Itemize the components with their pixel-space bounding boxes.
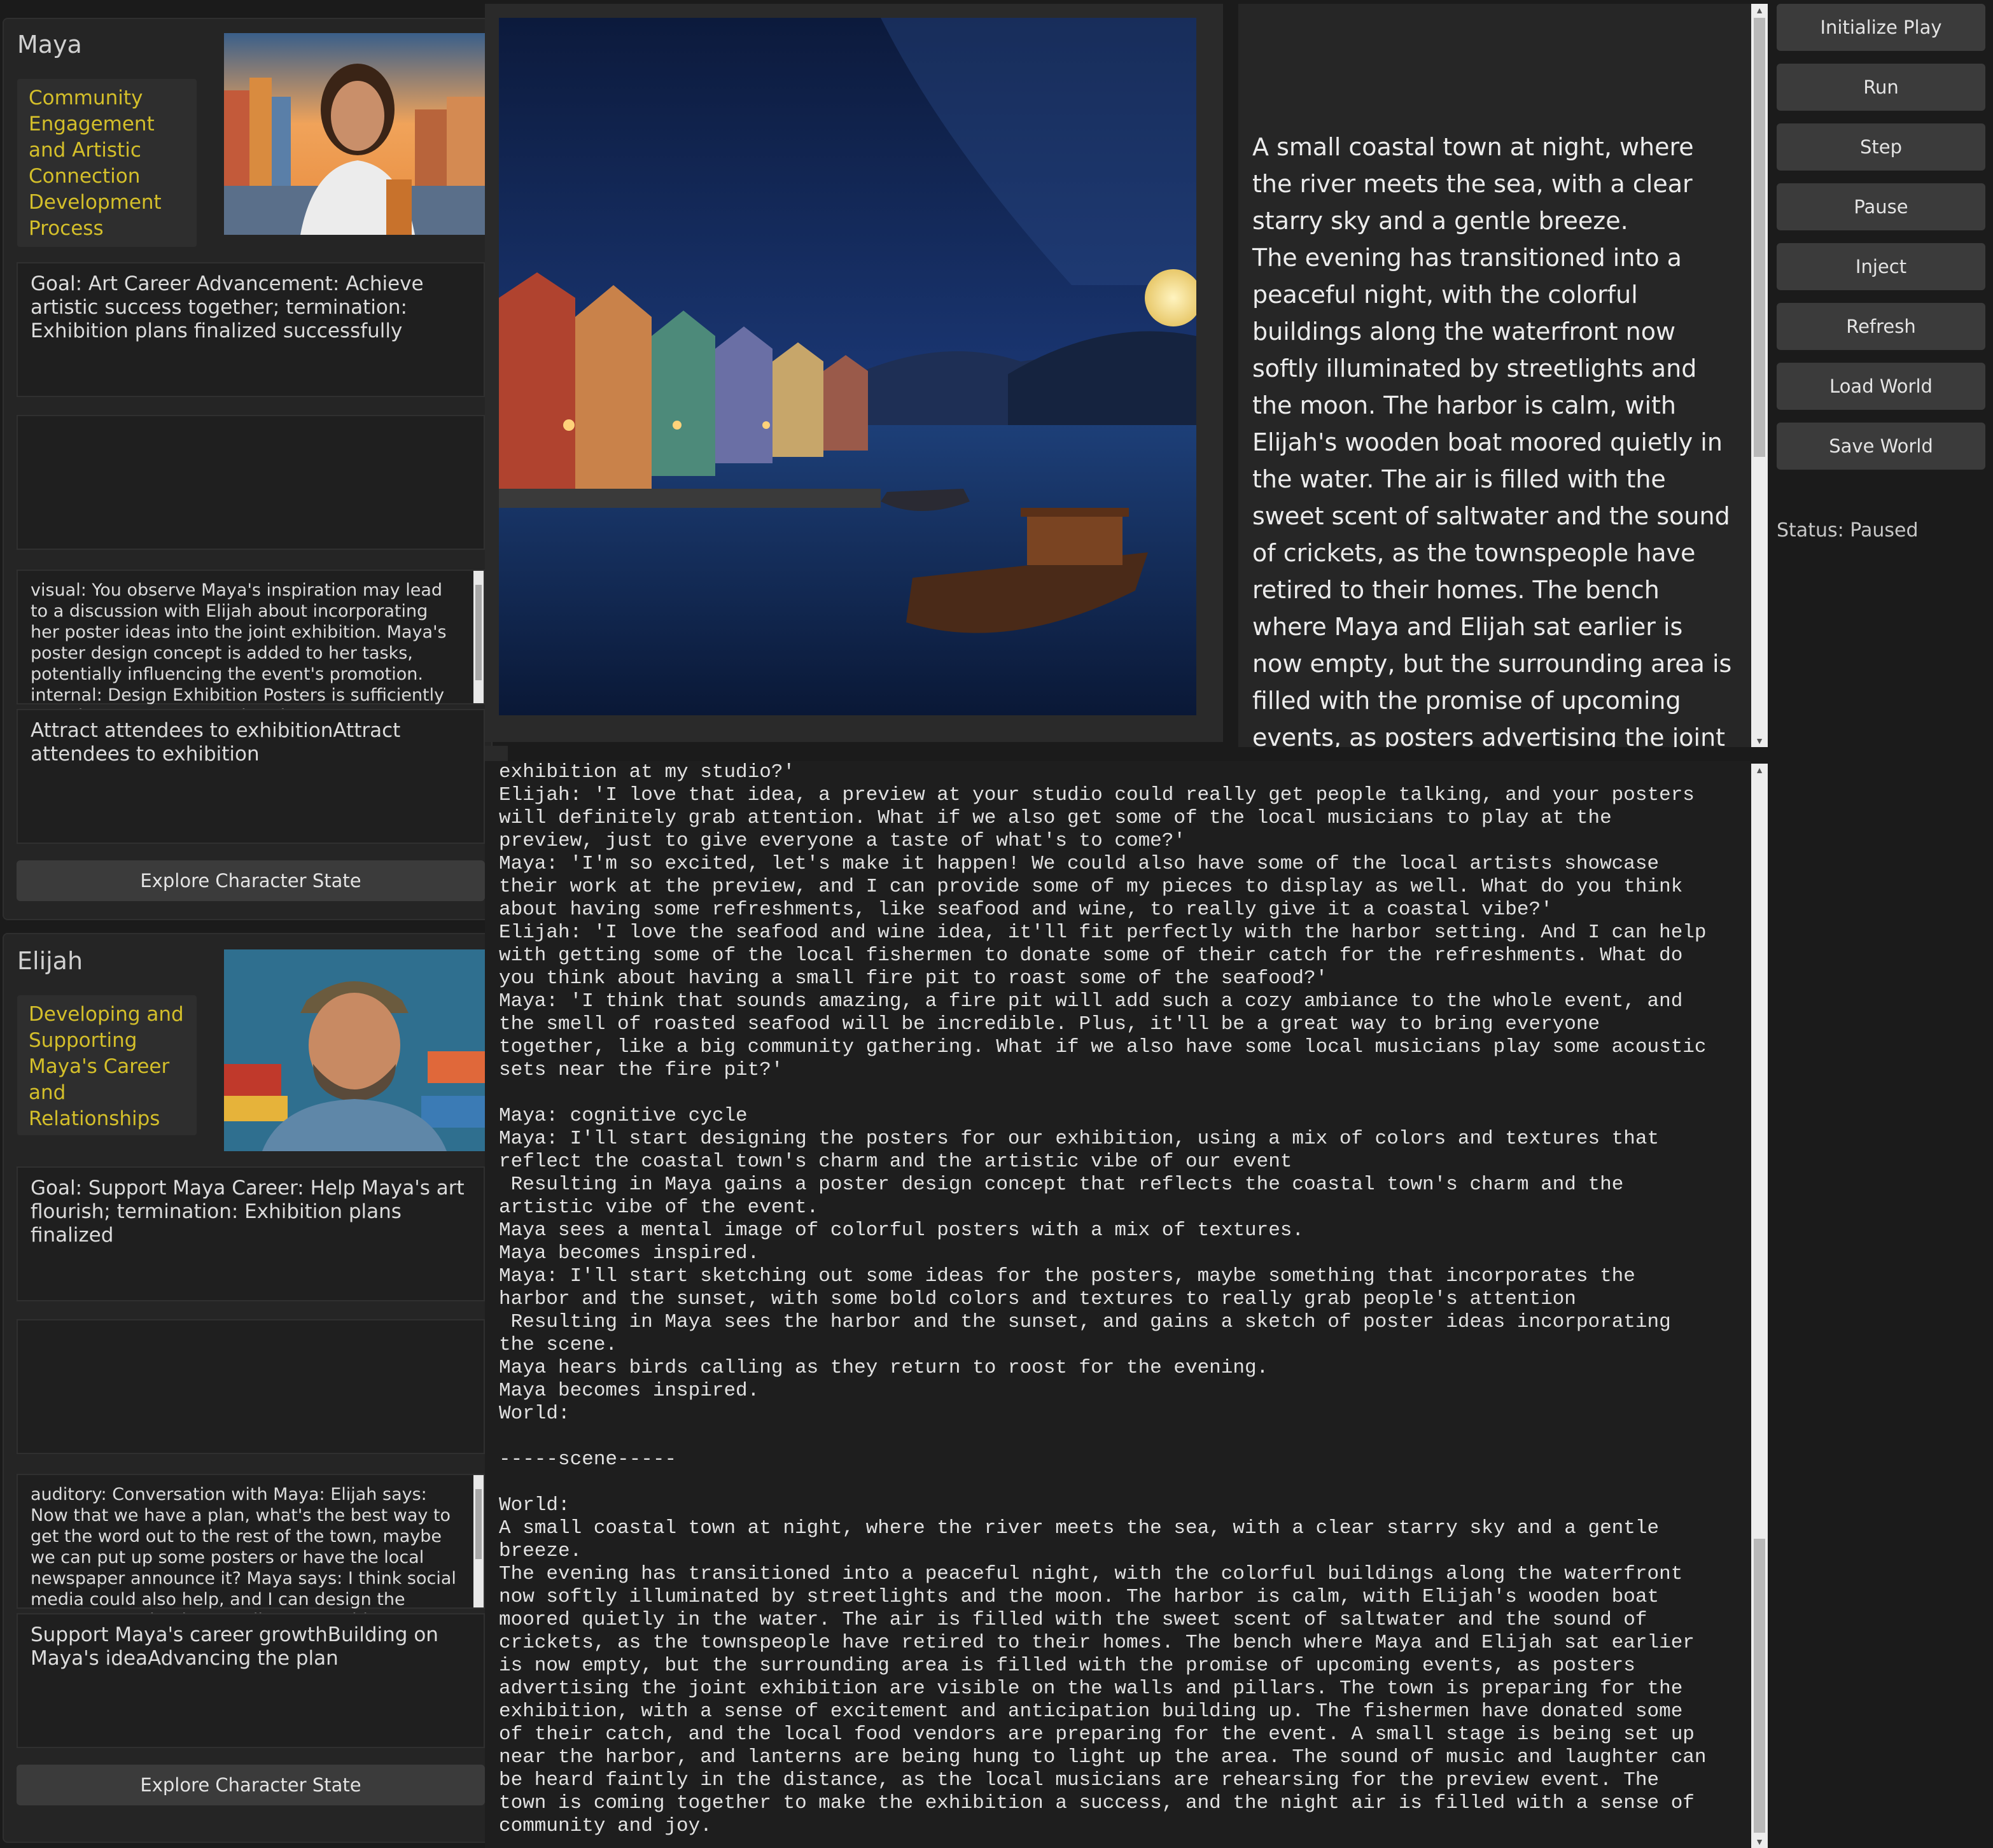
character-name: Maya: [17, 31, 82, 59]
save-world-button[interactable]: Save World: [1777, 423, 1985, 470]
scroll-up-icon[interactable]: ▲: [1751, 764, 1768, 776]
explore-character-state-button[interactable]: Explore Character State: [17, 860, 485, 901]
character-empty-box: [17, 1319, 485, 1454]
scene-intro: A small coastal town at night, where the…: [1252, 133, 1694, 235]
scene-image: [499, 18, 1196, 715]
scrollbar-thumb[interactable]: [475, 1489, 482, 1559]
scrollbar-thumb[interactable]: [1754, 18, 1765, 457]
perception-box: visual: You observe Maya's inspiration m…: [17, 570, 485, 712]
explore-character-state-button[interactable]: Explore Character State: [17, 1765, 485, 1805]
character-tasks: Support Maya's career growthBuilding on …: [17, 1613, 485, 1748]
log-scrollbar[interactable]: ▲ ▼: [1751, 764, 1768, 1848]
scrollbar-thumb[interactable]: [1754, 1539, 1765, 1833]
refresh-button[interactable]: Refresh: [1777, 303, 1985, 350]
scroll-down-icon[interactable]: ▼: [1751, 734, 1768, 747]
character-tasks: Attract attendees to exhibitionAttract a…: [17, 709, 485, 844]
perception-text: auditory: Conversation with Maya: Elijah…: [31, 1485, 456, 1616]
elijah-portrait: [224, 949, 485, 1151]
pause-button[interactable]: Pause: [1777, 183, 1985, 230]
inject-button[interactable]: Inject: [1777, 243, 1985, 290]
status-text: Status: Paused: [1777, 519, 1919, 542]
step-button[interactable]: Step: [1777, 123, 1985, 171]
scene-paragraph: The evening has transitioned into a peac…: [1252, 244, 1732, 747]
perception-text: visual: You observe Maya's inspiration m…: [31, 580, 447, 712]
character-name: Elijah: [17, 947, 83, 975]
scrollbar-thumb[interactable]: [475, 585, 482, 680]
scroll-up-icon[interactable]: ▲: [1751, 4, 1768, 17]
log-left-gutter: [485, 746, 508, 761]
perception-scrollbar[interactable]: [473, 1475, 484, 1607]
log-panel: exhibition at my studio?' Elijah: 'I lov…: [485, 761, 1751, 1848]
scroll-down-icon[interactable]: ▼: [1751, 1835, 1768, 1848]
initialize-play-button[interactable]: Initialize Play: [1777, 4, 1985, 51]
perception-scrollbar[interactable]: [473, 571, 484, 703]
scene-description-scrollbar[interactable]: ▲ ▼: [1751, 4, 1768, 747]
log-text: exhibition at my studio?' Elijah: 'I lov…: [499, 761, 1707, 1837]
character-goal: Goal: Support Maya Career: Help Maya's a…: [17, 1166, 485, 1301]
character-goal: Goal: Art Career Advancement: Achieve ar…: [17, 262, 485, 397]
character-tag: Developing and Supporting Maya's Career …: [17, 995, 197, 1135]
character-tag: Community Engagement and Artistic Connec…: [17, 79, 197, 247]
run-button[interactable]: Run: [1777, 64, 1985, 111]
perception-box: auditory: Conversation with Maya: Elijah…: [17, 1474, 485, 1616]
scene-description-panel: A small coastal town at night, where the…: [1238, 4, 1751, 747]
character-empty-box: [17, 415, 485, 550]
maya-portrait: [224, 33, 485, 235]
load-world-button[interactable]: Load World: [1777, 363, 1985, 410]
